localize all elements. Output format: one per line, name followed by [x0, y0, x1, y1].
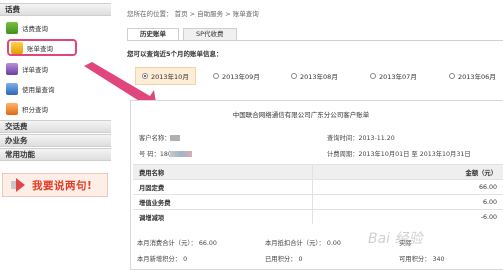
fee-amount: -6.00	[480, 213, 497, 221]
billing-period: 计费周期：2013年10月01日 至 2013年10月31日	[327, 151, 471, 158]
breadcrumb: 您所在的位置： 首页 > 自助服务 > 账单查询	[127, 10, 259, 18]
fee-amount: 66.00	[478, 183, 497, 191]
month-option-2013-06[interactable]: 2013年06月	[449, 67, 496, 85]
radio-icon	[213, 73, 219, 79]
table-row: 月固定费 66.00	[133, 179, 503, 194]
tab-sp-fee[interactable]: SP代收费	[183, 28, 237, 40]
fee-amount: 6.00	[482, 198, 497, 206]
fee-table: 费用名称 金额（元） 月固定费 66.00 增值业务费 6.00 调增减项 -6…	[133, 164, 503, 224]
radio-icon	[291, 73, 297, 79]
tab-history-bill[interactable]: 历史账单	[127, 28, 179, 40]
sidebar-section-huafei[interactable]: 话费	[0, 3, 111, 16]
monthly-total: 本月消费合计（元）： 66.00	[137, 240, 217, 247]
fee-header-name: 费用名称	[133, 165, 313, 179]
month-label: 2013年07月	[379, 73, 417, 81]
sidebar-item-phone-bill-query[interactable]: 话费查询	[6, 19, 106, 36]
sidebar-item-label: 账单查询	[27, 44, 53, 53]
table-row: 调增减项 -6.00	[133, 209, 503, 224]
month-selector: 2013年10月 2013年09月 2013年08月 2013年07月 2013…	[127, 67, 503, 85]
used-points: 已用积分： 0	[265, 256, 303, 263]
table-row: 增值业务费 6.00	[133, 194, 503, 209]
tab-bar: 历史账单 SP代收费	[127, 28, 241, 40]
radio-icon	[370, 73, 376, 79]
phone-number-row: 号 码：18(	[139, 149, 193, 158]
redacted-number	[170, 151, 193, 157]
sidebar-section-business[interactable]: 办业务	[0, 134, 111, 147]
sidebar-item-label: 使用量查询	[22, 85, 55, 94]
usage-icon	[6, 82, 18, 95]
new-points: 本月新增积分： 0	[137, 256, 188, 263]
month-label: 2013年06月	[458, 73, 496, 81]
month-option-2013-08[interactable]: 2013年08月	[291, 67, 338, 85]
sidebar-item-label: 详单查询	[22, 65, 48, 74]
month-option-2013-07[interactable]: 2013年07月	[370, 67, 417, 85]
fee-header-amount: 金额（元）	[465, 169, 497, 177]
fee-name: 调增减项	[133, 210, 313, 224]
customer-name-label: 客户名称：	[139, 135, 171, 142]
tab-divider	[127, 40, 503, 41]
megaphone-icon	[8, 177, 26, 193]
points-icon	[6, 102, 18, 115]
fee-name: 增值业务费	[133, 195, 313, 209]
promo-text: 我要说两句!	[32, 179, 93, 192]
fee-table-header: 费用名称 金额（元）	[133, 164, 503, 179]
month-label: 2013年08月	[300, 73, 338, 81]
sidebar: 话费 话费查询 账单查询 详单查询 使用量查询 积分查询 交话费 办业务 常用功…	[0, 0, 111, 270]
query-hint: 您可以查询近5个月的账单信息：	[127, 50, 223, 58]
available-points: 可用积分： 340	[399, 256, 445, 263]
phone-number-label: 号 码：18(	[139, 151, 171, 158]
query-time: 查询时间：2013-11.20	[327, 135, 395, 142]
bill-icon	[11, 41, 23, 54]
radio-selected-icon	[142, 73, 148, 79]
sidebar-section-pay[interactable]: 交话费	[0, 120, 111, 133]
month-label: 2013年09月	[222, 73, 260, 81]
month-option-2013-09[interactable]: 2013年09月	[213, 67, 260, 85]
month-option-2013-10[interactable]: 2013年10月	[135, 67, 196, 85]
month-label: 2013年10月	[151, 73, 189, 81]
bill-panel: 中国联合网络通信有限公司广东分公司客户账单 客户名称： 号 码：18( 查询时间…	[130, 100, 503, 270]
sidebar-item-bill-query[interactable]: 账单查询	[7, 39, 77, 56]
radio-icon	[449, 73, 455, 79]
detail-list-icon	[6, 62, 18, 75]
bill-title: 中国联合网络通信有限公司广东分公司客户账单	[232, 111, 370, 119]
feedback-promo-button[interactable]: 我要说两句!	[2, 173, 108, 197]
sidebar-item-label: 话费查询	[22, 24, 48, 33]
phone-bill-icon	[6, 21, 18, 34]
sidebar-section-common[interactable]: 常用功能	[0, 148, 111, 161]
sidebar-item-label: 积分查询	[22, 105, 48, 114]
watermark-text: Bai 经验	[368, 231, 423, 247]
redacted-name	[170, 135, 181, 141]
monthly-deduct: 本月抵扣合计（元）： 0.00	[265, 240, 341, 247]
fee-name: 月固定费	[133, 180, 313, 194]
customer-name-row: 客户名称：	[139, 133, 181, 142]
